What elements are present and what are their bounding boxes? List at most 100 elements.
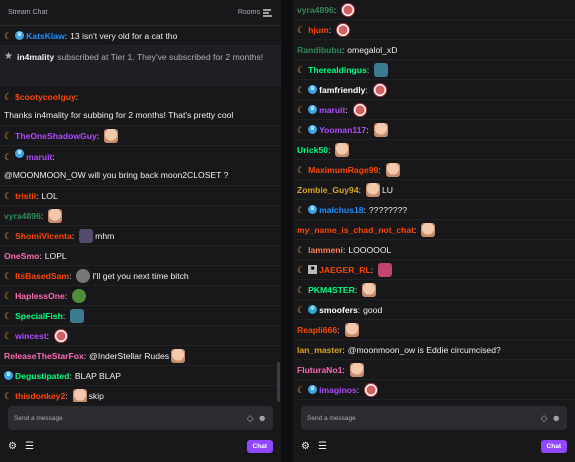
viewer-list-icon[interactable]: ☰ bbox=[25, 441, 34, 452]
prime-badge-icon: ♛ bbox=[308, 125, 318, 134]
username[interactable]: SpecialFish bbox=[15, 308, 63, 324]
rooms-menu-icon bbox=[263, 8, 272, 17]
username[interactable]: ItsBasedSam bbox=[15, 268, 69, 284]
username[interactable]: KatsKlaw bbox=[26, 28, 65, 44]
username[interactable]: Yooman117 bbox=[319, 122, 366, 138]
username[interactable]: Randibubu bbox=[297, 42, 342, 58]
username[interactable]: TheOneShadowGuy bbox=[15, 128, 97, 144]
emote-meat-icon bbox=[352, 102, 367, 117]
username[interactable]: thisdonkey2 bbox=[15, 388, 65, 403]
username[interactable]: maruit bbox=[26, 149, 52, 165]
chat-message: ♛ Degustipated: BLAP BLAP bbox=[0, 366, 281, 386]
message-text: Thanks in4mality for subbing for 2 month… bbox=[4, 110, 234, 120]
username[interactable]: lammeni bbox=[308, 242, 343, 258]
rooms-button[interactable]: Rooms bbox=[237, 8, 273, 17]
chat-message: Urick50: bbox=[293, 140, 575, 160]
chat-message: ☾ ♛ imaginos: bbox=[293, 380, 575, 400]
viewer-list-icon[interactable]: ☰ bbox=[318, 441, 327, 452]
username[interactable]: ShomiVicenta bbox=[15, 228, 72, 244]
username[interactable]: lan_master bbox=[297, 342, 342, 358]
message-text: I'll get you next time bitch bbox=[92, 270, 189, 281]
message-text: LOOOOOL bbox=[348, 244, 392, 255]
username[interactable]: FluturaNo1 bbox=[297, 362, 342, 378]
username[interactable]: malchus18 bbox=[319, 202, 363, 218]
username[interactable]: hjum bbox=[308, 22, 329, 38]
username[interactable]: ReleaseTheStarFox bbox=[4, 348, 84, 364]
message-text: mhm bbox=[95, 230, 115, 241]
username[interactable]: smoofers bbox=[319, 302, 358, 318]
moon-badge-icon: ☾ bbox=[4, 130, 13, 141]
right-message-list[interactable]: vyra4896: ☾ hjum: Randibubu: omegalol_xD ☾ The… bbox=[293, 0, 575, 402]
scrollbar[interactable] bbox=[277, 362, 280, 402]
chat-message: lan_master: @moonmoon_ow is Eddie circumc… bbox=[293, 340, 575, 360]
rooms-label: Rooms bbox=[237, 9, 260, 16]
moon-badge-icon: ☾ bbox=[4, 190, 13, 201]
username[interactable]: tristii bbox=[15, 188, 36, 204]
colon-separator: : bbox=[337, 324, 340, 335]
moon-badge-icon: ☾ bbox=[4, 152, 13, 162]
emote-face-icon bbox=[385, 162, 400, 177]
chat-message: ☾ Therealdingus: bbox=[293, 60, 575, 80]
username[interactable]: imaginos bbox=[319, 382, 357, 398]
username[interactable]: wincest bbox=[15, 328, 47, 344]
colon-separator: : bbox=[39, 250, 42, 261]
username[interactable]: PKM4STER bbox=[308, 282, 355, 298]
emote-meat-icon bbox=[364, 382, 379, 397]
emote-girl-icon bbox=[378, 262, 393, 277]
moon-badge-icon: ☾ bbox=[297, 24, 306, 35]
prime-badge-icon: ♛ bbox=[15, 149, 25, 158]
gear-icon[interactable]: ⚙ bbox=[301, 441, 310, 452]
bits-icon[interactable]: ◇ bbox=[541, 413, 548, 424]
chat-send-button[interactable]: Chat bbox=[246, 439, 273, 453]
username[interactable]: maruit bbox=[319, 102, 345, 118]
username[interactable]: Urick50 bbox=[297, 142, 328, 158]
moon-badge-icon: ☾ bbox=[4, 290, 13, 301]
username[interactable]: MaximumRage99 bbox=[308, 162, 378, 178]
colon-separator: : bbox=[328, 144, 331, 155]
bits-icon[interactable]: ◇ bbox=[247, 413, 254, 424]
username[interactable]: in4mality bbox=[17, 49, 54, 65]
message-text: @MOONMOON_OW will you bring back moon2CL… bbox=[4, 170, 229, 180]
username[interactable]: JAEGER_RL bbox=[319, 262, 371, 278]
username[interactable]: Degustipated bbox=[15, 368, 69, 384]
prime-badge-icon: ♛ bbox=[15, 31, 25, 40]
username[interactable]: Zombie_Guy94 bbox=[297, 182, 359, 198]
emote-cookie-icon bbox=[76, 268, 91, 283]
chat-input[interactable]: Send a message ◇ ☻ bbox=[8, 406, 273, 430]
username[interactable]: Reapli666 bbox=[297, 322, 337, 338]
emote-face-icon bbox=[72, 388, 87, 402]
emote-face-icon bbox=[335, 142, 350, 157]
moon-badge-icon: ☾ bbox=[4, 330, 13, 341]
chat-message: ☾ ItsBasedSam: I'll get you next time bitc… bbox=[0, 266, 281, 286]
username[interactable]: $cootycoolguy bbox=[15, 89, 76, 105]
emote-face-icon bbox=[344, 322, 359, 337]
chat-message: FluturaNo1: bbox=[293, 360, 575, 380]
left-message-list[interactable]: ☾ ♛ KatsKlaw:13 isn't very old for a cat t… bbox=[0, 26, 281, 402]
colon-separator: : bbox=[69, 370, 72, 381]
username[interactable]: famfriendly bbox=[319, 82, 365, 98]
username[interactable]: HaplessOne bbox=[15, 288, 65, 304]
colon-separator: : bbox=[96, 130, 100, 141]
chat-send-button[interactable]: Chat bbox=[540, 439, 567, 453]
emote-icon[interactable]: ☻ bbox=[552, 413, 561, 424]
chat-message: ☾ SpecialFish: bbox=[0, 306, 281, 326]
username[interactable]: vyra4896 bbox=[297, 2, 334, 18]
username[interactable]: OneSmo bbox=[4, 248, 39, 264]
emote-icon[interactable]: ☻ bbox=[258, 413, 267, 424]
gear-icon[interactable]: ⚙ bbox=[8, 441, 17, 452]
chat-message: ☾ $cootycoolguy: Thanks in4mality for subb… bbox=[0, 86, 281, 126]
chat-message: ☾ ♛ maruit: bbox=[293, 100, 575, 120]
chat-message: ☾ ♛ Yooman117: bbox=[293, 120, 575, 140]
chat-message: Randibubu: omegalol_xD bbox=[293, 40, 575, 60]
moon-badge-icon: ☾ bbox=[297, 84, 306, 95]
chat-header: Stream Chat Rooms bbox=[0, 0, 281, 26]
chat-message: ☾ thisdonkey2: skip bbox=[0, 386, 281, 402]
username[interactable]: Therealdingus bbox=[308, 62, 367, 78]
colon-separator: : bbox=[358, 184, 361, 195]
username[interactable]: vyra4896 bbox=[4, 208, 41, 224]
chat-message: ☾ MaximumRage99: bbox=[293, 160, 575, 180]
username[interactable]: my_name_is_chad_not_chat bbox=[297, 222, 414, 238]
chat-input[interactable]: Send a message ◇ ☻ bbox=[301, 406, 567, 430]
emote-meat-icon bbox=[341, 2, 356, 17]
moon-badge-icon: ☾ bbox=[4, 310, 13, 321]
